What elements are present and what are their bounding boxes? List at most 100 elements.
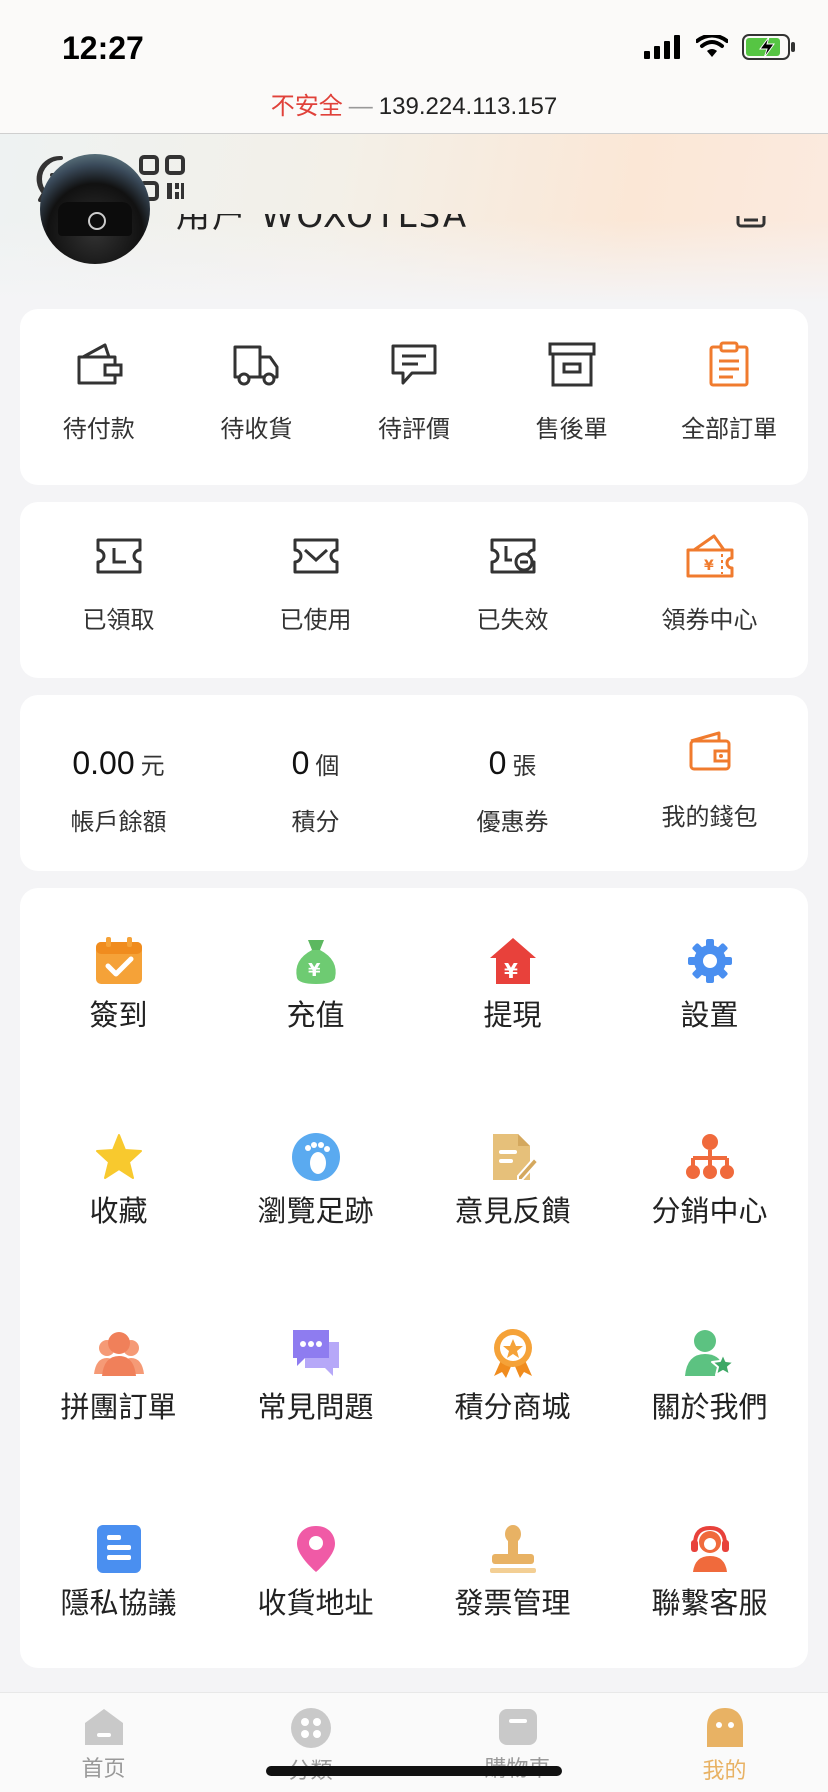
tab-cart[interactable]: 購物車 <box>414 1693 621 1792</box>
service-privacy[interactable]: 隱私協議 <box>20 1524 217 1622</box>
member-badge-icon[interactable] <box>736 216 766 234</box>
ticket-received-icon <box>96 538 141 574</box>
wallet-icon <box>77 343 123 385</box>
coupons-label: 優惠券 <box>476 808 549 836</box>
coupons-count[interactable]: 0張 優惠券 <box>414 695 611 871</box>
points-label: 積分 <box>291 808 340 836</box>
service-address[interactable]: 收貨地址 <box>217 1524 414 1622</box>
order-label: 全部訂單 <box>681 415 778 443</box>
services-card: 簽到 ¥ 充值 ¥ 提現 設置 收藏 瀏覽足跡 意見反饋 分銷中心 拼團訂單 常… <box>20 888 808 1668</box>
coupon-label: 領券中心 <box>661 606 758 634</box>
service-label: 發票管理 <box>454 1586 571 1620</box>
category-icon <box>290 1708 331 1748</box>
service-customer-support[interactable]: 聯繫客服 <box>611 1524 808 1622</box>
service-label: 收藏 <box>89 1194 148 1228</box>
coupons-card: 已領取 已使用 已失效 ¥ 領券中心 <box>20 502 808 678</box>
points-unit: 個 <box>315 752 340 780</box>
assets-row: 0.00 元 帳戶餘額 0個 積分 0張 優惠券 我的錢包 <box>20 695 808 871</box>
service-label: 拼團訂單 <box>60 1390 177 1424</box>
coupon-expired[interactable]: 已失效 <box>414 502 611 678</box>
service-points-mall[interactable]: 積分商城 <box>414 1328 611 1426</box>
org-chart-icon <box>685 1134 734 1179</box>
coupon-label: 已領取 <box>82 606 155 634</box>
coupon-used[interactable]: 已使用 <box>217 502 414 678</box>
service-faq[interactable]: 常見問題 <box>217 1328 414 1426</box>
coupon-center-icon: ¥ <box>686 534 733 578</box>
service-group-orders[interactable]: 拼團訂單 <box>20 1328 217 1426</box>
money-bag-icon: ¥ <box>295 940 336 984</box>
order-pending-payment[interactable]: 待付款 <box>20 309 178 485</box>
url-bar[interactable]: 不安全 —139.224.113.157 <box>0 86 828 121</box>
order-label: 待評價 <box>377 415 450 443</box>
balance-unit: 元 <box>140 752 165 780</box>
signal-icon <box>644 35 680 59</box>
svg-text:¥: ¥ <box>704 558 714 574</box>
star-icon <box>95 1134 142 1179</box>
service-invoice[interactable]: 發票管理 <box>414 1524 611 1622</box>
status-icons <box>644 34 796 60</box>
archive-box-icon <box>548 342 596 387</box>
service-favorites[interactable]: 收藏 <box>20 1132 217 1230</box>
url-host: 139.224.113.157 <box>378 93 558 120</box>
order-label: 待收貨 <box>220 415 293 443</box>
service-label: 意見反饋 <box>454 1194 571 1228</box>
location-pin-icon <box>296 1526 335 1572</box>
feedback-doc-icon <box>492 1134 538 1181</box>
avatar-car-image <box>58 202 132 236</box>
coupon-received[interactable]: 已領取 <box>20 502 217 678</box>
coupon-label: 已使用 <box>279 606 352 634</box>
orders-card: 待付款 待收貨 待評價 售後單 全部訂單 <box>20 309 808 485</box>
svg-text:¥: ¥ <box>308 960 321 981</box>
insecure-label: 不安全 <box>270 93 343 120</box>
chat-bubbles-icon <box>292 1330 339 1376</box>
cart-icon <box>498 1709 537 1745</box>
coupon-label: 已失效 <box>476 606 549 634</box>
svg-text:¥: ¥ <box>504 959 518 983</box>
service-settings[interactable]: 設置 <box>611 936 808 1034</box>
wifi-icon <box>696 35 728 57</box>
order-pending-receipt[interactable]: 待收貨 <box>178 309 336 485</box>
service-distribution[interactable]: 分銷中心 <box>611 1132 808 1230</box>
user-star-icon <box>684 1330 735 1376</box>
profile-icon <box>706 1708 743 1747</box>
service-about-us[interactable]: 關於我們 <box>611 1328 808 1426</box>
balance-value-row: 0.00 元 <box>72 745 164 782</box>
coupons-value-row: 0張 <box>489 745 537 782</box>
service-label: 隱私協議 <box>60 1586 177 1620</box>
assets-card: 0.00 元 帳戶餘額 0個 積分 0張 優惠券 我的錢包 <box>20 695 808 871</box>
points-value: 0 <box>291 745 310 781</box>
service-history[interactable]: 瀏覽足跡 <box>217 1132 414 1230</box>
balance-label: 帳戶餘額 <box>70 808 167 836</box>
ticket-used-icon <box>293 538 338 574</box>
service-label: 簽到 <box>89 998 148 1032</box>
wallet-card-icon <box>689 731 730 771</box>
avatar[interactable] <box>40 154 150 264</box>
tab-home[interactable]: 首页 <box>0 1693 207 1792</box>
battery-charging-icon <box>742 34 795 60</box>
wallet-label: 我的錢包 <box>661 803 758 831</box>
tab-profile[interactable]: 我的 <box>621 1693 828 1792</box>
tab-label: 我的 <box>702 1759 747 1784</box>
tab-category[interactable]: 分類 <box>207 1693 414 1792</box>
points-value-row: 0個 <box>292 745 340 782</box>
url-dash: — <box>348 93 373 120</box>
coupons-row: 已領取 已使用 已失效 ¥ 領券中心 <box>20 502 808 678</box>
footprint-icon <box>291 1133 340 1181</box>
account-balance[interactable]: 0.00 元 帳戶餘額 <box>20 695 217 871</box>
service-label: 關於我們 <box>651 1390 768 1424</box>
order-after-sales[interactable]: 售後單 <box>493 309 651 485</box>
points[interactable]: 0個 積分 <box>217 695 414 871</box>
service-label: 分銷中心 <box>651 1194 768 1228</box>
coupons-unit: 張 <box>512 752 537 780</box>
service-withdraw[interactable]: ¥ 提現 <box>414 936 611 1034</box>
medal-icon <box>493 1329 532 1378</box>
service-feedback[interactable]: 意見反饋 <box>414 1132 611 1230</box>
order-all[interactable]: 全部訂單 <box>650 309 808 485</box>
order-pending-review[interactable]: 待評價 <box>335 309 493 485</box>
coupon-center[interactable]: ¥ 領券中心 <box>611 502 808 678</box>
service-checkin[interactable]: 簽到 <box>20 936 217 1034</box>
home-indicator[interactable] <box>266 1766 562 1776</box>
service-recharge[interactable]: ¥ 充值 <box>217 936 414 1034</box>
service-label: 設置 <box>680 998 739 1032</box>
my-wallet[interactable]: 我的錢包 <box>611 695 808 871</box>
